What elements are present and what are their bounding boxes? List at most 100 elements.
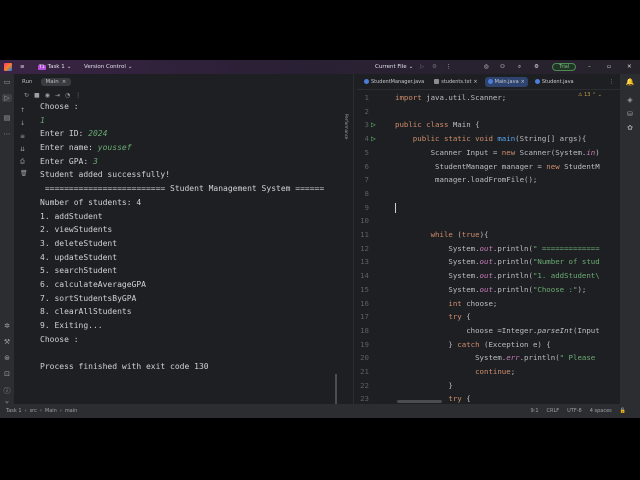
lock-icon[interactable]: 🔓 — [620, 408, 626, 414]
vcs-menu[interactable]: Version Control ⌄ — [84, 64, 132, 70]
soft-wrap-icon[interactable]: ≡ — [20, 133, 25, 140]
build-icon[interactable]: ⚒ — [2, 338, 12, 346]
console-output[interactable]: Choose :1 Enter ID: 2024 Enter name: youss… — [40, 100, 324, 374]
more-tabs-icon[interactable]: ⋮ — [609, 79, 614, 85]
editor-tab[interactable]: Student.java — [532, 77, 577, 87]
console-line: 7. sortStudentsByGPA — [40, 292, 324, 306]
close-icon[interactable]: × — [521, 79, 525, 85]
run-gutter-icon[interactable]: ▷ — [371, 118, 376, 132]
more-tools-icon[interactable]: ⋯ — [2, 130, 12, 138]
code-token: out — [479, 243, 493, 253]
terminal-icon[interactable]: ⊡ — [2, 370, 12, 378]
run-tab-main[interactable]: Main × — [40, 78, 72, 86]
console-line: 4. updateStudent — [40, 251, 324, 265]
database-icon[interactable]: ⛁ — [625, 110, 635, 118]
code-token: { — [466, 394, 471, 404]
console-user-input: youssef — [97, 143, 132, 153]
indent-setting[interactable]: 4 spaces — [590, 408, 612, 414]
ai-chat-icon[interactable]: ◈ — [625, 96, 635, 104]
line-number: 5 — [364, 147, 369, 157]
code-area[interactable]: 1 import java.util.Scanner; 2 3 ▷ public clas… — [357, 91, 620, 404]
minimize-button[interactable]: – — [588, 64, 591, 70]
more-icon[interactable]: ⋮ — [75, 92, 81, 99]
app-logo-icon — [4, 63, 12, 71]
code-token: StudentManager manager = — [395, 161, 547, 171]
code-token: try — [448, 312, 467, 322]
rerun-icon[interactable]: ↻ — [24, 92, 29, 99]
run-tool-icon[interactable]: ▷ — [2, 94, 12, 102]
notifications-icon[interactable]: 🔔 — [625, 78, 635, 86]
project-selector[interactable]: T1 Task 1 ⌄ — [38, 64, 71, 70]
run-gutter-icon[interactable]: ▷ — [371, 132, 376, 146]
run-config-selector[interactable]: Current File ⌄ — [375, 64, 413, 70]
code-token: catch — [457, 339, 484, 349]
code-token: static — [443, 134, 476, 144]
text-cursor — [395, 202, 396, 213]
breadcrumb-item[interactable]: Main — [45, 408, 57, 414]
more-icon[interactable]: ⋮ — [446, 64, 452, 70]
debug-icon[interactable]: ⚙ — [432, 64, 437, 70]
editor-tab[interactable]: students.txt × — [431, 77, 480, 87]
scroll-up-icon[interactable]: ↑ — [20, 107, 25, 114]
code-token: ; — [510, 367, 516, 376]
line-number: 4 — [364, 134, 369, 144]
services-icon[interactable]: ▤ — [2, 114, 12, 122]
close-icon[interactable]: × — [473, 79, 477, 85]
project-badge: T1 — [38, 64, 46, 70]
caret-position[interactable]: 9:1 — [530, 408, 538, 414]
line-number: 19 — [360, 339, 369, 349]
editor-tab[interactable]: Main.java × — [484, 76, 528, 87]
coverage-icon[interactable]: ◔ — [65, 92, 70, 99]
camera-icon[interactable]: ◉ — [45, 92, 50, 99]
run-icon[interactable]: ▷ — [420, 64, 424, 70]
stop-icon[interactable]: ■ — [34, 92, 40, 99]
editor-tab[interactable]: StudentManager.java — [361, 77, 427, 87]
code-line: manager.loadFromFile(); — [395, 173, 537, 187]
line-separator[interactable]: CRLF — [547, 408, 560, 414]
console-line: Choose : — [40, 100, 324, 114]
run-services-icon[interactable]: ⊛ — [2, 354, 12, 362]
export-icon[interactable]: ⇥ — [55, 92, 60, 99]
settings-gear-icon[interactable]: ⚙ — [534, 64, 539, 70]
code-token: out — [479, 284, 493, 294]
code-line: StudentManager manager = new StudentM — [395, 160, 600, 174]
performance-side-label[interactable]: Performance — [344, 114, 349, 139]
clear-trash-icon[interactable]: 🗑 — [20, 170, 28, 177]
console-line: 9. Exiting... — [40, 319, 324, 333]
debug-icon[interactable]: ✲ — [2, 322, 12, 330]
editor-horizontal-scrollbar[interactable] — [397, 400, 442, 403]
problems-icon[interactable]: ⓘ — [2, 386, 12, 396]
code-token: java.util.Scanner; — [426, 93, 507, 102]
chevron-down-icon: ⌄ — [408, 64, 414, 70]
code-line: public static void main(String[] args){ — [395, 132, 587, 146]
breadcrumb-item[interactable]: src — [30, 408, 37, 414]
search-icon[interactable]: ⌕ — [518, 64, 521, 71]
main-menu-icon[interactable]: ≡ — [20, 64, 25, 70]
trial-button[interactable]: Trial — [552, 63, 577, 71]
code-line: } — [395, 379, 452, 393]
plugins-icon[interactable]: ✿ — [625, 124, 635, 132]
add-user-icon[interactable]: ⚇ — [500, 64, 505, 70]
close-icon[interactable]: × — [62, 79, 67, 85]
project-folder-icon[interactable]: ▭ — [2, 78, 12, 86]
chevron-down-icon: ⌄ — [66, 64, 72, 70]
ai-assistant-icon[interactable]: ◎ — [484, 64, 489, 70]
breadcrumb-item[interactable]: main — [65, 408, 78, 414]
console-line: 1 — [40, 114, 324, 128]
console-line: Number of students: 4 — [40, 196, 324, 210]
breadcrumb-item[interactable]: Task 1 — [6, 408, 22, 414]
maximize-button[interactable]: ▫ — [607, 64, 611, 70]
print-icon[interactable]: ⎙ — [20, 158, 25, 166]
code-line — [395, 201, 396, 215]
code-token: } — [395, 339, 458, 349]
code-token: while — [430, 230, 458, 239]
file-encoding[interactable]: UTF-8 — [567, 408, 582, 414]
scroll-down-icon[interactable]: ↓ — [20, 120, 25, 127]
scroll-to-end-icon[interactable]: ⇊ — [20, 146, 25, 153]
warnings-indicator[interactable]: ⚠ 13 ⌃ ⌄ — [578, 92, 602, 98]
code-token: try — [448, 394, 467, 404]
line-number: 8 — [364, 188, 369, 198]
close-button[interactable]: ✕ — [627, 64, 632, 70]
console-line: Enter GPA: 3 — [40, 155, 324, 169]
